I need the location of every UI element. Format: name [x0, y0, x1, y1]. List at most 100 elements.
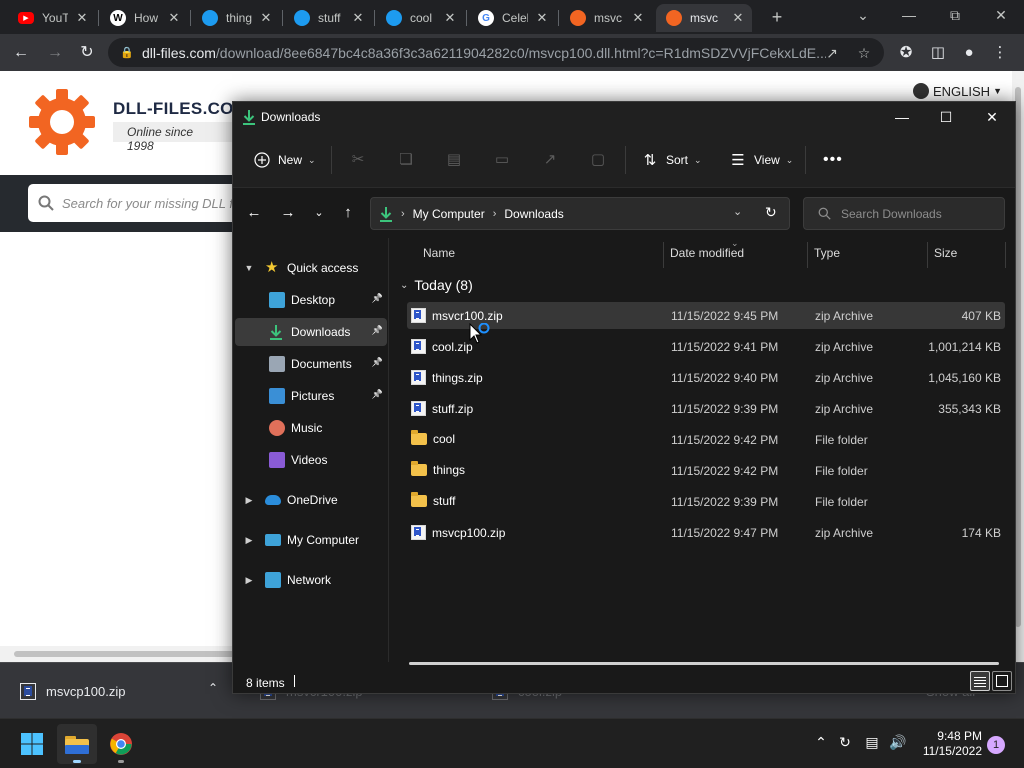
refresh-icon[interactable]: ↻: [765, 204, 777, 221]
url-text[interactable]: dll-files.com/download/8ee6847bc4c8a36f3…: [142, 45, 826, 61]
address-history-chevron-icon[interactable]: ⌄: [733, 205, 742, 218]
column-separator[interactable]: [927, 242, 928, 268]
browser-tab[interactable]: W How ✕: [100, 4, 188, 32]
up-arrow-icon[interactable]: ↑: [338, 203, 358, 223]
file-name-cell[interactable]: things.zip: [411, 370, 483, 385]
file-row[interactable]: msvcp100.zip 11/15/2022 9:47 PM zip Archiv…: [407, 519, 1005, 546]
address-breadcrumb[interactable]: › My Computer › Downloads ⌄ ↻: [370, 197, 790, 230]
column-header-type[interactable]: Type: [814, 246, 840, 264]
address-bar[interactable]: 🔒 dll-files.com/download/8ee6847bc4c8a36…: [108, 38, 884, 67]
notification-badge[interactable]: 1: [987, 736, 1005, 754]
breadcrumb-my-computer[interactable]: My Computer: [413, 207, 485, 221]
start-button[interactable]: [12, 724, 52, 764]
profile-avatar-icon[interactable]: ●: [957, 41, 981, 65]
browser-tab[interactable]: thing ✕: [192, 4, 280, 32]
column-separator[interactable]: [663, 242, 664, 268]
browser-menu-icon[interactable]: ⋮: [988, 41, 1012, 65]
file-row[interactable]: stuff.zip 11/15/2022 9:39 PM zip Archive 35…: [407, 395, 1005, 422]
breadcrumb-chevron-icon[interactable]: ›: [401, 208, 405, 220]
tab-close-icon[interactable]: ✕: [74, 10, 90, 26]
sidebar-onedrive[interactable]: ▶ OneDrive: [235, 486, 387, 514]
search-downloads-input[interactable]: [841, 206, 991, 221]
explorer-minimize-button[interactable]: —: [879, 102, 925, 132]
search-downloads-field[interactable]: [803, 197, 1005, 230]
system-clock[interactable]: 9:48 PM 11/15/2022: [914, 729, 982, 759]
breadcrumb-downloads[interactable]: Downloads: [504, 207, 563, 221]
delete-icon[interactable]: ▢: [589, 151, 607, 169]
column-header-size[interactable]: Size: [934, 246, 957, 264]
file-name-cell[interactable]: msvcr100.zip: [411, 308, 503, 323]
tab-search-chevron-icon[interactable]: ⌄: [840, 0, 886, 30]
column-header-name[interactable]: Name: [423, 246, 455, 264]
sort-button[interactable]: ⇅ Sort ⌄: [641, 148, 702, 172]
copy-icon[interactable]: ❏: [397, 151, 415, 169]
cut-icon[interactable]: ✂: [349, 151, 367, 169]
sidebar-item-music[interactable]: Music: [235, 414, 387, 442]
more-options-icon[interactable]: •••: [823, 148, 843, 172]
sidebar-item-documents[interactable]: Documents 📌: [235, 350, 387, 378]
pin-icon[interactable]: 📌: [372, 293, 383, 304]
network-display-icon[interactable]: ▤: [862, 732, 882, 752]
sync-icon[interactable]: ↻: [835, 732, 855, 752]
rename-icon[interactable]: ▭: [493, 151, 511, 169]
paste-icon[interactable]: ▤: [445, 151, 463, 169]
explorer-title-bar[interactable]: Downloads — ☐ ✕: [233, 102, 1015, 132]
taskbar-file-explorer[interactable]: [57, 724, 97, 764]
file-row[interactable]: stuff 11/15/2022 9:39 PM File folder: [407, 488, 1005, 515]
page-hscroll-thumb[interactable]: [14, 651, 244, 657]
browser-tab[interactable]: cool ✕: [376, 4, 464, 32]
file-row[interactable]: things 11/15/2022 9:42 PM File folder: [407, 457, 1005, 484]
file-row[interactable]: cool.zip 11/15/2022 9:41 PM zip Archive 1,0…: [407, 333, 1005, 360]
browser-restore-button[interactable]: ⧉: [932, 0, 978, 30]
collapsed-chevron-icon[interactable]: ▶: [243, 535, 255, 546]
back-arrow-icon[interactable]: ←: [8, 40, 34, 66]
recent-locations-chevron-icon[interactable]: ⌄: [309, 203, 329, 223]
view-button[interactable]: ☰ View ⌄: [729, 148, 793, 172]
group-header-today[interactable]: ⌄ Today (8): [400, 277, 473, 293]
column-separator[interactable]: [807, 242, 808, 268]
sidebar-quick-access[interactable]: ▼ ★ Quick access: [235, 254, 387, 282]
details-view-button[interactable]: [970, 671, 990, 691]
sidebar-item-downloads[interactable]: Downloads 📌: [235, 318, 387, 346]
reload-icon[interactable]: ↻: [74, 40, 100, 66]
file-row[interactable]: cool 11/15/2022 9:42 PM File folder: [407, 426, 1005, 453]
back-arrow-icon[interactable]: ←: [244, 203, 264, 223]
sidebar-item-pictures[interactable]: Pictures 📌: [235, 382, 387, 410]
pin-icon[interactable]: 📌: [372, 357, 383, 368]
share-icon[interactable]: ↗: [822, 43, 842, 63]
browser-tab[interactable]: stuff ✕: [284, 4, 372, 32]
new-tab-button[interactable]: +: [766, 6, 788, 28]
tab-close-icon[interactable]: ✕: [258, 10, 274, 26]
tab-close-icon[interactable]: ✕: [166, 10, 182, 26]
file-name-cell[interactable]: cool: [411, 430, 455, 446]
file-name-cell[interactable]: cool.zip: [411, 339, 473, 354]
browser-tab[interactable]: G Celeb ✕: [468, 4, 556, 32]
explorer-maximize-button[interactable]: ☐: [923, 102, 969, 132]
sidebar-network[interactable]: ▶ Network: [235, 566, 387, 594]
tab-close-icon[interactable]: ✕: [534, 10, 550, 26]
file-row[interactable]: things.zip 11/15/2022 9:40 PM zip Archive 1…: [407, 364, 1005, 391]
sidebar-my-computer[interactable]: ▶ My Computer: [235, 526, 387, 554]
tab-close-icon[interactable]: ✕: [350, 10, 366, 26]
forward-arrow-icon[interactable]: →: [42, 40, 68, 66]
breadcrumb-chevron-icon[interactable]: ›: [493, 208, 497, 220]
browser-tab[interactable]: ▶ YouTu ✕: [8, 4, 96, 32]
collapsed-chevron-icon[interactable]: ▶: [243, 495, 255, 506]
extensions-puzzle-icon[interactable]: ✪: [894, 41, 918, 65]
forward-arrow-icon[interactable]: →: [278, 203, 298, 223]
dll-files-gear-logo[interactable]: [27, 87, 97, 157]
download-item[interactable]: msvcp100.zip: [20, 663, 125, 719]
tab-close-icon[interactable]: ✕: [730, 10, 746, 26]
pin-icon[interactable]: 📌: [372, 389, 383, 400]
file-row[interactable]: msvcr100.zip 11/15/2022 9:45 PM zip Archiv…: [407, 302, 1005, 329]
file-name-cell[interactable]: msvcp100.zip: [411, 525, 505, 540]
pin-icon[interactable]: 📌: [372, 325, 383, 336]
side-panel-icon[interactable]: ◫: [926, 41, 950, 65]
tab-close-icon[interactable]: ✕: [630, 10, 646, 26]
volume-icon[interactable]: 🔊: [888, 732, 908, 752]
expanded-chevron-icon[interactable]: ▼: [243, 263, 255, 273]
bookmark-star-icon[interactable]: ☆: [854, 43, 874, 63]
browser-minimize-button[interactable]: —: [886, 0, 932, 30]
browser-close-button[interactable]: ✕: [978, 0, 1024, 30]
tab-close-icon[interactable]: ✕: [442, 10, 458, 26]
